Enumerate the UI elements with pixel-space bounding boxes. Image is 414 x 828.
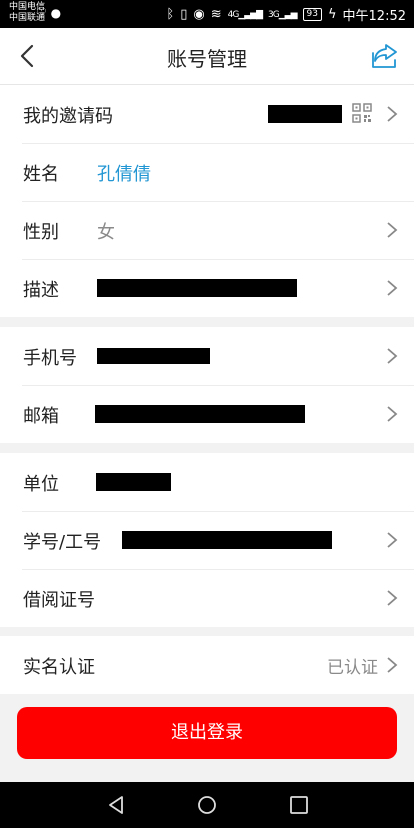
battery-indicator: 93 bbox=[302, 8, 322, 21]
redacted-student-id bbox=[122, 531, 332, 549]
redacted-unit bbox=[96, 473, 171, 491]
signal-3g: 3G▁▃▅ bbox=[268, 9, 297, 20]
real-name-label: 实名认证 bbox=[23, 657, 95, 678]
notification-icons: ♡ ● bbox=[36, 6, 61, 20]
row-email[interactable]: 邮箱 bbox=[0, 385, 414, 443]
navigation-bar: 账号管理 bbox=[0, 28, 414, 85]
chevron-right-icon bbox=[387, 348, 398, 364]
row-description[interactable]: 描述 bbox=[0, 259, 414, 317]
share-icon[interactable] bbox=[370, 41, 400, 71]
section-contact: 手机号 邮箱 bbox=[0, 327, 414, 443]
message-icon: ● bbox=[50, 6, 62, 20]
chevron-right-icon bbox=[387, 590, 398, 606]
name-label: 姓名 bbox=[23, 164, 59, 185]
unit-label: 单位 bbox=[23, 474, 59, 495]
eye-icon: ◉ bbox=[193, 7, 205, 22]
section-organization: 单位 学号/工号 借阅证号 bbox=[0, 453, 414, 627]
nav-recents-icon[interactable] bbox=[287, 794, 311, 816]
chevron-right-icon bbox=[387, 280, 398, 296]
section-profile: 我的邀请码 姓名 孔倩倩 性别 女 描述 bbox=[0, 85, 414, 317]
status-bar: 中国电信 中国联通 ♡ ● ᛒ ▯ ◉ ≋ 4G▁▃▅▇ 3G▁▃▅ 93 ϟ … bbox=[0, 0, 414, 28]
library-card-label: 借阅证号 bbox=[23, 590, 95, 611]
student-id-label: 学号/工号 bbox=[23, 532, 102, 553]
chevron-right-icon bbox=[387, 657, 398, 673]
wifi-icon: ≋ bbox=[210, 7, 222, 22]
email-label: 邮箱 bbox=[23, 406, 59, 427]
redacted-email bbox=[95, 405, 305, 423]
chevron-right-icon bbox=[387, 406, 398, 422]
redacted-invite-code bbox=[268, 105, 342, 123]
gender-label: 性别 bbox=[23, 222, 59, 243]
row-library-card[interactable]: 借阅证号 bbox=[0, 569, 414, 627]
qr-code-icon[interactable] bbox=[352, 103, 372, 123]
redacted-phone bbox=[97, 348, 210, 364]
row-unit: 单位 bbox=[0, 453, 414, 511]
real-name-status: 已认证 bbox=[327, 658, 378, 678]
page-title: 账号管理 bbox=[167, 47, 247, 71]
heartbeat-icon: ♡ bbox=[36, 6, 47, 20]
charging-icon: ϟ bbox=[327, 7, 337, 22]
gender-value: 女 bbox=[97, 222, 115, 243]
clock: 中午12:52 bbox=[342, 9, 406, 24]
row-real-name[interactable]: 实名认证 已认证 bbox=[0, 636, 414, 694]
invite-code-label: 我的邀请码 bbox=[23, 106, 113, 127]
row-invite-code[interactable]: 我的邀请码 bbox=[0, 85, 414, 143]
chevron-right-icon bbox=[387, 222, 398, 238]
status-right: ᛒ ▯ ◉ ≋ 4G▁▃▅▇ 3G▁▃▅ 93 ϟ 中午12:52 bbox=[166, 5, 406, 24]
redacted-description bbox=[97, 279, 297, 297]
system-navigation-bar bbox=[0, 782, 414, 828]
logout-button[interactable]: 退出登录 bbox=[17, 707, 397, 759]
row-student-id[interactable]: 学号/工号 bbox=[0, 511, 414, 569]
nav-home-icon[interactable] bbox=[195, 794, 219, 816]
row-gender[interactable]: 性别 女 bbox=[0, 201, 414, 259]
phone-label: 手机号 bbox=[23, 348, 77, 369]
nav-back-icon[interactable] bbox=[104, 794, 128, 816]
row-name: 姓名 孔倩倩 bbox=[0, 143, 414, 201]
section-verification: 实名认证 已认证 bbox=[0, 636, 414, 694]
chevron-right-icon bbox=[387, 532, 398, 548]
row-phone[interactable]: 手机号 bbox=[0, 327, 414, 385]
chevron-right-icon bbox=[387, 106, 398, 122]
description-label: 描述 bbox=[23, 280, 59, 301]
signal-4g: 4G▁▃▅▇ bbox=[227, 9, 263, 20]
bluetooth-icon: ᛒ bbox=[166, 7, 175, 22]
vibrate-icon: ▯ bbox=[180, 7, 188, 22]
name-value: 孔倩倩 bbox=[97, 164, 151, 185]
